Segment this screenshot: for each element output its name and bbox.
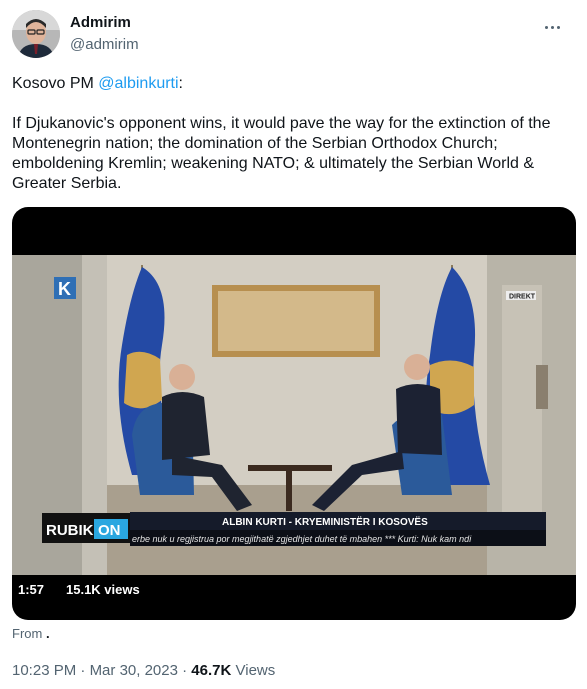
from-line: From .	[12, 626, 50, 641]
video-frame: K DIREKT RUBIK ON ALBIN KURTI - KRYEMINI…	[12, 255, 576, 575]
tweet-time[interactable]: 10:23 PM	[12, 662, 76, 679]
video-player[interactable]: K DIREKT RUBIK ON ALBIN KURTI - KRYEMINI…	[12, 207, 576, 620]
tweet-footer: 10:23 PM · Mar 30, 2023 · 46.7K Views	[12, 662, 275, 679]
live-badge: DIREKT	[509, 294, 536, 301]
more-options-icon[interactable]	[543, 16, 567, 36]
views-count: 46.7K	[191, 662, 232, 679]
lower-third-title: ALBIN KURTI - KRYEMINISTËR I KOSOVËS	[222, 515, 428, 528]
news-ticker: erbe nuk u regjistrua por megjithatë zgj…	[132, 534, 472, 544]
separator: ·	[182, 662, 188, 679]
from-label: From	[12, 626, 43, 641]
author-name[interactable]: Admirim	[70, 14, 131, 31]
channel-logo-on: ON	[98, 522, 121, 539]
author-handle[interactable]: @admirim	[70, 36, 139, 53]
tweet-intro: Kosovo PM @albinkurti:	[12, 74, 572, 94]
views-label: Views	[235, 662, 276, 679]
mention-link[interactable]: @albinkurti	[98, 75, 178, 92]
intro-prefix: Kosovo PM	[12, 75, 99, 92]
tweet-header: Admirim @admirim	[12, 10, 575, 60]
video-views: 15.1K views	[66, 582, 140, 597]
channel-logo: RUBIK	[46, 522, 94, 539]
from-source-link[interactable]: .	[46, 626, 50, 641]
tweet-body: If Djukanovic's opponent wins, it would …	[12, 115, 551, 192]
avatar-image	[12, 10, 60, 58]
tweet-text: Kosovo PM @albinkurti: If Djukanovic's o…	[12, 74, 572, 194]
video-duration: 1:57	[18, 582, 45, 597]
intro-suffix: :	[178, 75, 183, 92]
separator: ·	[80, 662, 86, 679]
avatar[interactable]	[12, 10, 60, 58]
tweet-date[interactable]: Mar 30, 2023	[90, 662, 178, 679]
svg-text:K: K	[58, 279, 71, 299]
